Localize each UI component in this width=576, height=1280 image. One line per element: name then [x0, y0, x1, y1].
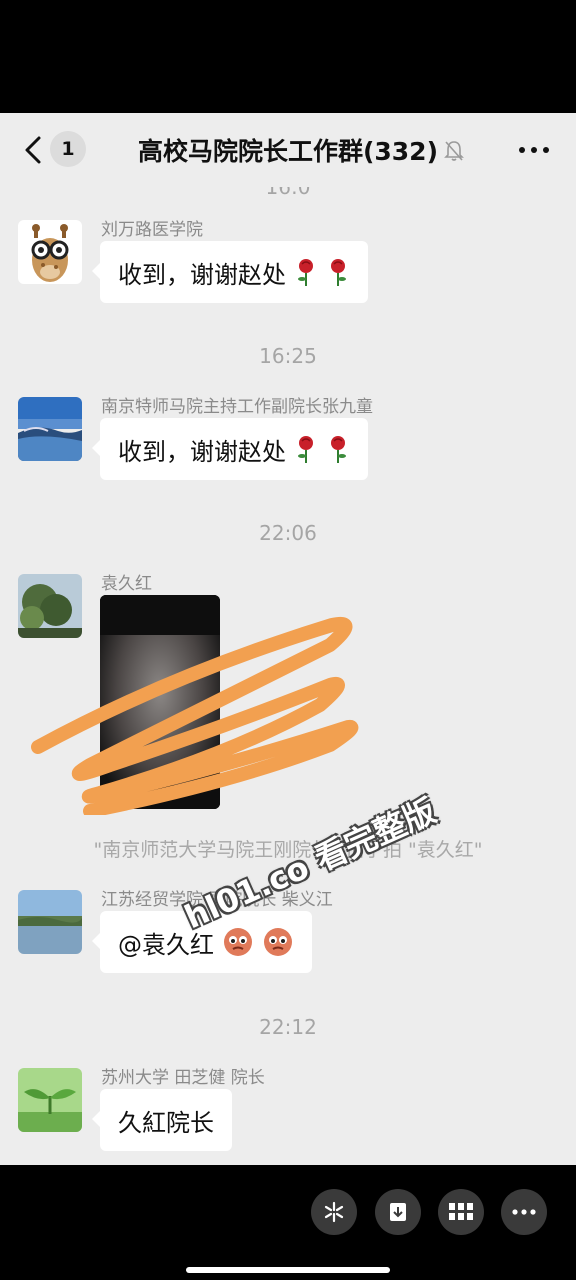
- unread-count-badge[interactable]: 1: [50, 131, 86, 167]
- more-horizontal-icon[interactable]: [516, 140, 552, 160]
- home-indicator[interactable]: [186, 1267, 390, 1273]
- sparkle-icon: [324, 1201, 344, 1223]
- sender-name: 苏州大学 田芝健 院长: [101, 1068, 265, 1088]
- rose-emoji: [298, 259, 313, 286]
- bottom-toolbar: [0, 1165, 576, 1280]
- timestamp: 22:06: [259, 521, 317, 545]
- chevron-left-icon[interactable]: [20, 135, 48, 165]
- rose-emoji: [298, 436, 313, 463]
- timestamp-partial: 16:0: [265, 187, 311, 199]
- sender-name: 南京特师马院主持工作副院长张九童: [101, 397, 373, 417]
- rose-emoji: [331, 436, 346, 463]
- sender-name: 刘万路医学院: [101, 220, 203, 240]
- rose-emoji: [331, 259, 346, 286]
- chat-header: 高校马院院长工作群(332): [0, 113, 576, 187]
- message-text: 久紅院长: [118, 1108, 214, 1137]
- message-list[interactable]: 16:0 刘万路医学院 收到，谢谢赵处 16:25 南京特师马院主持工作副院长张…: [0, 187, 576, 1165]
- more-horizontal-icon: [512, 1209, 536, 1215]
- sender-name: 袁久红: [101, 574, 152, 594]
- bell-muted-icon: [444, 141, 464, 161]
- redaction-scribble: [31, 617, 359, 815]
- grid-icon: [449, 1203, 473, 1220]
- grid-button[interactable]: [438, 1189, 484, 1235]
- timestamp: 22:12: [259, 1015, 317, 1039]
- download-button[interactable]: [375, 1189, 421, 1235]
- download-icon: [390, 1203, 406, 1221]
- avatar-landscape[interactable]: [18, 397, 82, 461]
- avatar-giraffe[interactable]: [18, 220, 82, 284]
- message-bubble[interactable]: 久紅院长: [92, 1089, 232, 1151]
- timestamp: 16:25: [259, 344, 317, 368]
- avatar-lake[interactable]: [18, 890, 82, 954]
- message-text: 收到，谢谢赵处: [118, 260, 286, 289]
- more-button[interactable]: [501, 1189, 547, 1235]
- message-text: 收到，谢谢赵处: [118, 437, 286, 466]
- message-bubble[interactable]: 收到，谢谢赵处: [92, 418, 368, 480]
- avatar-sprout[interactable]: [18, 1068, 82, 1132]
- chat-title: 高校马院院长工作群(332): [137, 137, 439, 166]
- message-bubble[interactable]: 收到，谢谢赵处: [92, 241, 368, 303]
- sparkle-button[interactable]: [311, 1189, 357, 1235]
- status-bar-area: [0, 0, 576, 113]
